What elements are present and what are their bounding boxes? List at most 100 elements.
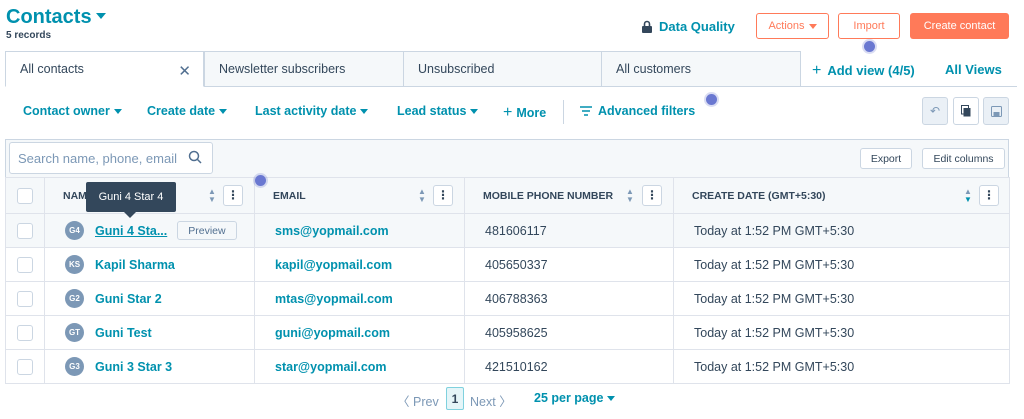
- filter-create-date[interactable]: Create date: [147, 104, 228, 118]
- chevron-right-icon: 〉: [499, 395, 512, 409]
- export-button[interactable]: Export: [860, 148, 912, 169]
- record-count: 5 records: [6, 30, 52, 41]
- row-checkbox[interactable]: [17, 256, 33, 273]
- plus-icon: +: [503, 104, 513, 121]
- page-number-current[interactable]: 1: [446, 387, 464, 410]
- search-icon[interactable]: [188, 150, 202, 164]
- prev-page-button[interactable]: 〈 Prev: [397, 391, 439, 410]
- chevron-down-icon: [360, 109, 369, 115]
- tab-newsletter-subscribers[interactable]: Newsletter subscribers: [204, 51, 404, 87]
- filter-lines-icon: [580, 106, 592, 116]
- lock-icon: [642, 20, 652, 33]
- row-select-cell: [5, 349, 45, 384]
- tab-label: All customers: [616, 62, 692, 76]
- preview-button[interactable]: Preview: [177, 221, 237, 240]
- next-page-button[interactable]: Next 〉: [470, 391, 512, 410]
- add-view-button[interactable]: + Add view (4/5): [812, 62, 915, 80]
- data-quality-link[interactable]: Data Quality: [641, 19, 735, 34]
- advanced-filters-button[interactable]: Advanced filters: [580, 104, 695, 118]
- chevron-down-icon: [808, 23, 817, 29]
- column-menu-icon[interactable]: ⋮: [223, 185, 243, 206]
- row-select-cell: [5, 315, 45, 350]
- row-select-cell: [5, 247, 45, 282]
- table-row[interactable]: G4 Guni 4 Sta... Preview sms@yopmail.com…: [5, 213, 1010, 248]
- chevron-down-icon: [219, 109, 228, 115]
- table-row[interactable]: G2 Guni Star 2 mtas@yopmail.com 40678836…: [5, 281, 1010, 316]
- contact-name-link[interactable]: Guni 3 Star 3: [95, 360, 172, 374]
- name-cell: KS Kapil Sharma: [44, 247, 255, 282]
- sort-icon[interactable]: ▲ ▼: [418, 188, 426, 204]
- actions-button[interactable]: Actions: [756, 13, 829, 39]
- divider: [563, 100, 564, 124]
- phone-cell: 406788363: [464, 281, 674, 316]
- undo-icon[interactable]: ↶: [922, 97, 948, 125]
- email-cell[interactable]: star@yopmail.com: [254, 349, 465, 384]
- save-icon[interactable]: [983, 97, 1009, 125]
- contact-name-link[interactable]: Guni Star 2: [95, 292, 162, 306]
- tab-label: Newsletter subscribers: [219, 62, 346, 76]
- filter-lead-status[interactable]: Lead status: [397, 104, 479, 118]
- contact-name-link[interactable]: Kapil Sharma: [95, 258, 175, 272]
- email-cell[interactable]: sms@yopmail.com: [254, 213, 465, 248]
- create-contact-button[interactable]: Create contact: [910, 13, 1009, 39]
- name-tooltip: Guni 4 Star 4: [86, 182, 176, 218]
- filter-last-activity-date[interactable]: Last activity date: [255, 104, 369, 118]
- sort-icon[interactable]: ▲ ▼: [626, 188, 634, 204]
- more-filters-button[interactable]: + More: [503, 104, 546, 122]
- table-row[interactable]: GT Guni Test guni@yopmail.com 405958625 …: [5, 315, 1010, 350]
- column-menu-icon[interactable]: ⋮: [979, 185, 999, 206]
- avatar: KS: [65, 255, 84, 274]
- tooltip-arrow: [124, 212, 136, 218]
- tooltip-text: Guni 4 Star 4: [98, 191, 164, 203]
- row-checkbox[interactable]: [17, 358, 33, 375]
- column-header-phone[interactable]: MOBILE PHONE NUMBER ▲ ▼ ⋮: [464, 177, 674, 214]
- page-title[interactable]: Contacts: [6, 6, 106, 29]
- create-date-cell: Today at 1:52 PM GMT+5:30: [673, 281, 1010, 316]
- row-checkbox[interactable]: [17, 290, 33, 307]
- copy-icon[interactable]: [953, 97, 979, 125]
- filter-contact-owner[interactable]: Contact owner: [23, 104, 122, 118]
- email-cell[interactable]: guni@yopmail.com: [254, 315, 465, 350]
- phone-cell: 405958625: [464, 315, 674, 350]
- name-cell: G4 Guni 4 Sta... Preview: [44, 213, 255, 248]
- tab-all-contacts[interactable]: All contacts ✕: [5, 51, 204, 87]
- contact-name-link[interactable]: Guni Test: [95, 326, 152, 340]
- avatar: GT: [65, 323, 84, 342]
- phone-cell: 405650337: [464, 247, 674, 282]
- name-cell: G3 Guni 3 Star 3: [44, 349, 255, 384]
- import-button[interactable]: Import: [838, 13, 900, 39]
- email-cell[interactable]: mtas@yopmail.com: [254, 281, 465, 316]
- avatar: G3: [65, 357, 84, 376]
- create-date-cell: Today at 1:52 PM GMT+5:30: [673, 247, 1010, 282]
- column-header-email[interactable]: EMAIL ▲ ▼ ⋮: [254, 177, 465, 214]
- sort-icon[interactable]: ▲ ▼: [208, 188, 216, 204]
- select-all-cell: [5, 177, 45, 214]
- tab-label: Unsubscribed: [418, 62, 495, 76]
- tab-all-customers[interactable]: All customers: [601, 51, 801, 87]
- name-cell: G2 Guni Star 2: [44, 281, 255, 316]
- chevron-down-icon: [95, 12, 106, 19]
- table-row[interactable]: KS Kapil Sharma kapil@yopmail.com 405650…: [5, 247, 1010, 282]
- row-select-cell: [5, 213, 45, 248]
- close-icon[interactable]: ✕: [178, 62, 191, 80]
- search-input[interactable]: Search name, phone, email: [9, 142, 213, 174]
- select-all-checkbox[interactable]: [17, 187, 33, 204]
- row-checkbox[interactable]: [17, 324, 33, 341]
- edit-columns-button[interactable]: Edit columns: [922, 148, 1005, 169]
- all-views-link[interactable]: All Views: [945, 62, 1002, 77]
- onboarding-beacon[interactable]: [255, 175, 266, 186]
- contact-name-link[interactable]: Guni 4 Sta...: [95, 224, 167, 238]
- email-cell[interactable]: kapil@yopmail.com: [254, 247, 465, 282]
- column-menu-icon[interactable]: ⋮: [642, 185, 662, 206]
- row-checkbox[interactable]: [17, 222, 33, 239]
- table-row[interactable]: G3 Guni 3 Star 3 star@yopmail.com 421510…: [5, 349, 1010, 384]
- tab-unsubscribed[interactable]: Unsubscribed: [403, 51, 602, 87]
- per-page-select[interactable]: 25 per page: [534, 391, 616, 405]
- onboarding-beacon[interactable]: [706, 94, 717, 105]
- column-header-create-date[interactable]: CREATE DATE (GMT+5:30) ▲ ▼ ⋮: [673, 177, 1010, 214]
- create-date-cell: Today at 1:52 PM GMT+5:30: [673, 213, 1010, 248]
- avatar: G4: [65, 221, 84, 240]
- column-menu-icon[interactable]: ⋮: [433, 185, 453, 206]
- plus-icon: +: [812, 62, 822, 79]
- sort-icon[interactable]: ▲ ▼: [964, 188, 972, 204]
